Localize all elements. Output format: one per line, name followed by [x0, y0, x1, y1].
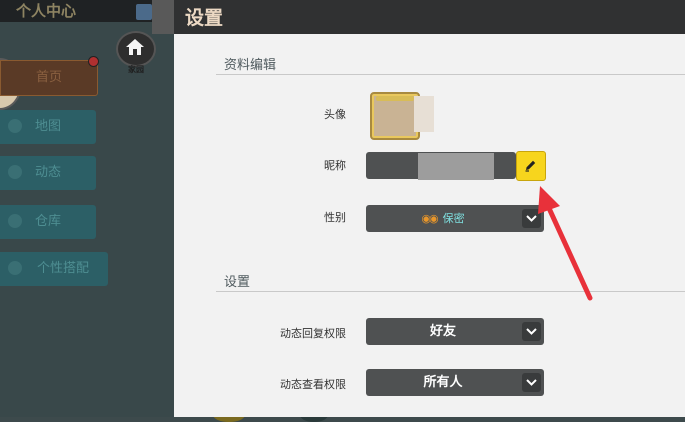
avatar-blurred-area [414, 96, 434, 132]
background-decoration [152, 0, 174, 34]
view-permission-select[interactable]: 所有人 [366, 369, 544, 396]
chevron-down-icon[interactable] [522, 322, 541, 341]
view-permission-label: 动态查看权限 [280, 378, 346, 391]
annotation-arrow-icon [538, 186, 593, 301]
gender-label: 性别 [324, 211, 346, 224]
home-icon [126, 39, 144, 55]
background-title: 个人中心 [16, 2, 77, 20]
pencil-icon [525, 160, 536, 172]
gender-select[interactable]: ◉◉ 保密 [366, 205, 544, 232]
reply-permission-label: 动态回复权限 [280, 327, 346, 340]
edit-nickname-button[interactable] [516, 151, 546, 181]
avatar-frame-band [376, 96, 414, 101]
view-permission-value: 所有人 [423, 375, 463, 390]
menu-item-outfit[interactable]: 个性搭配 [0, 252, 108, 286]
outfit-icon [8, 261, 22, 275]
menu-item-label: 仓库 [34, 214, 61, 229]
reply-permission-select[interactable]: 好友 [366, 318, 544, 345]
reply-permission-value: 好友 [429, 324, 456, 339]
menu-item-home[interactable]: 首页 [0, 60, 98, 96]
profile-section-title: 资料编辑 [224, 58, 277, 73]
profile-section-divider [216, 74, 685, 75]
map-icon [8, 119, 22, 133]
storage-icon [8, 214, 22, 228]
menu-item-storage[interactable]: 仓库 [0, 205, 96, 239]
mask-icon: ◉◉ [421, 212, 438, 225]
menu-item-label: 地图 [34, 119, 61, 134]
home-label: 家园 [128, 65, 144, 74]
avatar-picker[interactable] [370, 92, 420, 140]
settings-title: 设置 [185, 7, 224, 29]
nickname-blurred-area [418, 153, 494, 180]
menu-item-label: 个性搭配 [36, 261, 89, 276]
menu-item-label: 首页 [35, 70, 62, 85]
gender-value: 保密 [442, 212, 465, 225]
home-button[interactable] [116, 31, 156, 67]
menu-item-feed[interactable]: 动态 [0, 156, 96, 190]
avatar-label: 头像 [324, 108, 346, 121]
feed-icon [8, 165, 22, 179]
menu-item-label: 动态 [34, 165, 61, 180]
cube-icon [136, 4, 152, 20]
chevron-down-icon[interactable] [522, 373, 541, 392]
notification-dot [88, 56, 99, 67]
gender-display: ◉◉ 保密 [366, 205, 520, 232]
menu-item-map[interactable]: 地图 [0, 110, 96, 144]
nickname-label: 昵称 [324, 159, 346, 172]
settings-section-title: 设置 [224, 275, 251, 290]
settings-section-divider [216, 291, 685, 292]
settings-header: 设置 [174, 0, 685, 34]
